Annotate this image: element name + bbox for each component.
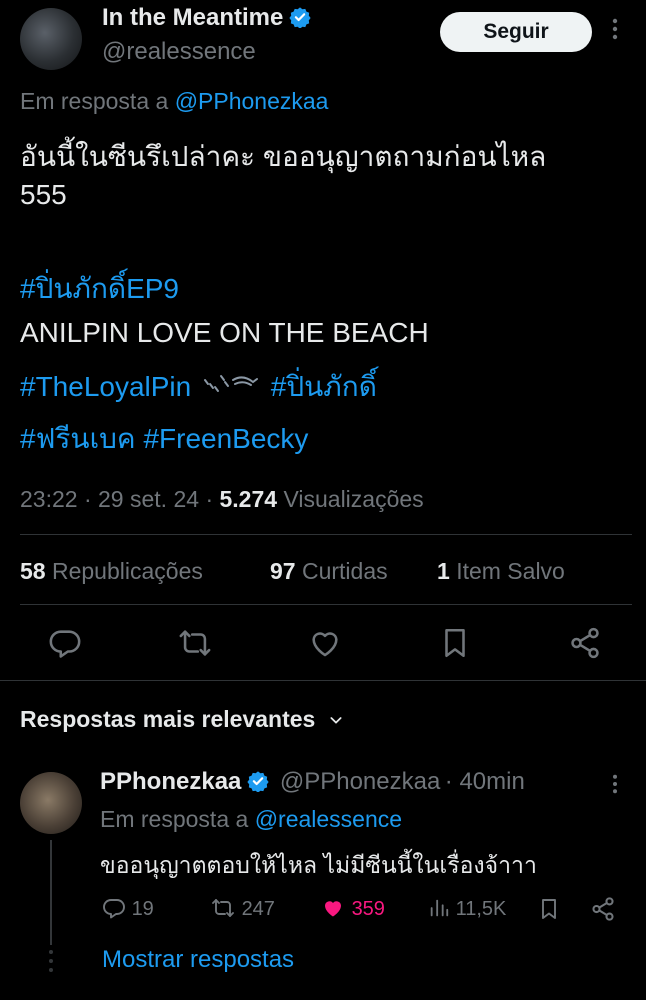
author-name[interactable]: In the Meantime (102, 4, 283, 31)
reply-header: PPhonezkaa @PPhonezkaa · 40min (100, 768, 525, 795)
repost-icon (212, 899, 234, 917)
chevron-down-icon (330, 717, 342, 724)
reply-context: Em resposta a @PPhonezkaa (20, 88, 328, 115)
tweet-text-line: ANILPIN LOVE ON THE BEACH (20, 317, 429, 348)
saved-stat[interactable]: 1 Item Salvo (437, 558, 565, 585)
reply-views-button[interactable]: 11,5K (428, 896, 506, 921)
repost-icon[interactable] (178, 626, 212, 660)
reply-prefix: Em resposta a (100, 806, 249, 832)
like-heart-icon[interactable] (308, 626, 342, 660)
saved-count: 1 (437, 558, 450, 584)
author-name-row[interactable]: In the Meantime (102, 4, 311, 32)
reply-views-count: 11,5K (455, 898, 507, 920)
divider (20, 534, 632, 535)
replies-sort-dropdown[interactable]: Respostas mais relevantes (20, 706, 344, 733)
bookmark-icon[interactable] (537, 896, 561, 922)
thread-line (50, 840, 52, 945)
author-avatar[interactable] (20, 8, 82, 70)
reply-icon (103, 899, 125, 919)
hashtag-row: #TheLoyalPin #ปิ่นภักดิ์ (20, 368, 377, 406)
reply-repost-button[interactable]: 247 (210, 896, 275, 921)
hashtag-link[interactable]: #ปิ่นภักดิ์ (271, 371, 377, 402)
like-heart-filled-icon (325, 901, 341, 917)
hashtag-row: #ฟรีนเบค #FreenBecky (20, 420, 308, 458)
reply-to-link[interactable]: @PPhonezkaa (175, 88, 329, 114)
likes-stat[interactable]: 97 Curtidas (270, 558, 388, 585)
views-count: 5.274 (219, 486, 278, 512)
sparkle-emoji-icon (204, 375, 259, 392)
tweet-meta: 23:22 · 29 set. 24 · 5.274 Visualizações (20, 486, 424, 512)
reply-author-handle[interactable]: @PPhonezkaa (280, 768, 440, 795)
tweet-time[interactable]: 23:22 (20, 486, 78, 512)
divider (0, 680, 646, 681)
saved-label: Item Salvo (456, 558, 565, 584)
tweet-date[interactable]: 29 set. 24 (98, 486, 199, 512)
hashtag-link[interactable]: #ฟรีนเบค (20, 423, 136, 454)
reply-text: ขออนุญาตตอบให้ไหล ไม่มีซีนนี้ในเรื่องจ้า… (100, 852, 537, 878)
reply-likes-count: 359 (351, 898, 385, 920)
hashtag-link[interactable]: #FreenBecky (143, 423, 308, 454)
divider (20, 604, 632, 605)
thread-dots-icon (49, 950, 53, 972)
tweet-text-line: อันนี้ในซีนรึเปล่าคะ ขออนุญาตถามก่อนไหล (20, 141, 547, 172)
reply-author-name[interactable]: PPhonezkaa (100, 768, 241, 795)
reply-reposts-count: 247 (241, 898, 275, 920)
views-chart-icon (430, 899, 449, 917)
reply-time[interactable]: 40min (459, 768, 524, 795)
reply-replies-count: 19 (131, 898, 154, 920)
reposts-count: 58 (20, 558, 46, 584)
reply-icon[interactable] (48, 626, 82, 660)
reply-to-link[interactable]: @realessence (255, 806, 402, 832)
likes-label: Curtidas (301, 558, 388, 584)
hashtag-link[interactable]: #ปิ่นภักดิ์EP9 (20, 270, 179, 308)
share-icon[interactable] (590, 896, 616, 922)
share-icon[interactable] (568, 626, 602, 660)
hashtag-link[interactable]: #TheLoyalPin (20, 371, 191, 402)
verified-badge-icon (289, 7, 311, 28)
verified-badge-icon (247, 771, 270, 792)
tweet-text: อันนี้ในซีนรึเปล่าคะ ขออนุญาตถามก่อนไหล … (20, 138, 630, 214)
views-label: Visualizações (283, 486, 424, 512)
show-replies-link[interactable]: Mostrar respostas (102, 946, 294, 974)
reply-more-options-icon[interactable] (612, 774, 626, 800)
reposts-stat[interactable]: 58 Republicações (20, 558, 203, 585)
reposts-label: Republicações (51, 558, 203, 584)
reply-context: Em resposta a @realessence (100, 806, 402, 833)
reply-replies-button[interactable]: 19 (102, 896, 154, 921)
reply-prefix: Em resposta a (20, 88, 169, 114)
replies-section-title: Respostas mais relevantes (20, 706, 316, 732)
reply-author-avatar[interactable] (20, 772, 82, 834)
follow-button[interactable]: Seguir (440, 12, 592, 52)
bookmark-icon[interactable] (438, 626, 472, 660)
more-options-icon[interactable] (612, 18, 626, 46)
reply-like-button[interactable]: 359 (320, 896, 385, 921)
likes-count: 97 (270, 558, 296, 584)
author-handle[interactable]: @realessence (102, 38, 256, 66)
tweet-text-line: 555 (20, 179, 67, 210)
